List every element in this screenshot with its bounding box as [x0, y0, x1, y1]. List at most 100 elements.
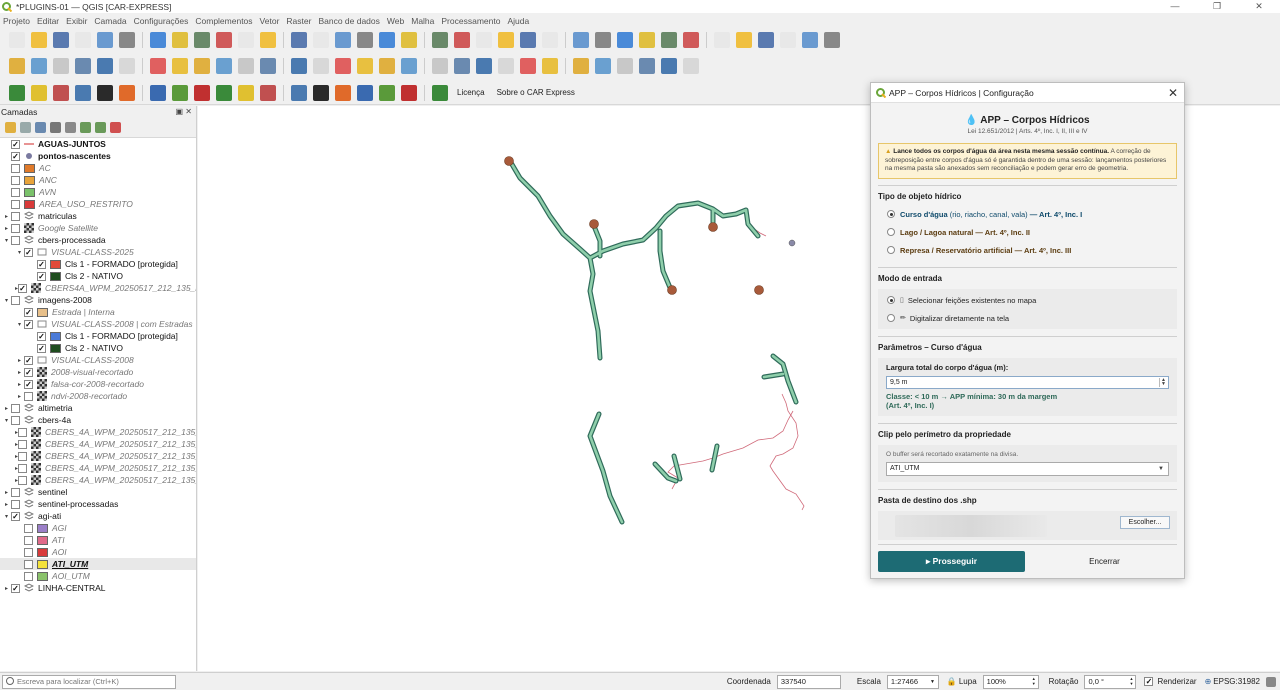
- spring-point[interactable]: [788, 239, 796, 247]
- layer-visibility-checkbox[interactable]: [37, 271, 46, 281]
- radio-lago-lagoa[interactable]: Lago / Lagoa natural — Art. 4º, Inc. II: [878, 228, 1177, 237]
- lock-icon[interactable]: 🔒: [947, 677, 957, 686]
- layer-visibility-checkbox[interactable]: [37, 331, 46, 341]
- spring-point[interactable]: [589, 219, 599, 229]
- layer-row[interactable]: AOI: [0, 546, 196, 558]
- layer-visibility-checkbox[interactable]: [24, 571, 33, 581]
- layer-visibility-checkbox[interactable]: [11, 487, 20, 497]
- layer-visibility-checkbox[interactable]: [18, 427, 28, 437]
- layer-row[interactable]: ▸ CBERS_4A_WPM_20250517_212_135_: [0, 438, 196, 450]
- layer-visibility-checkbox[interactable]: [24, 391, 33, 401]
- edit-tool-icon[interactable]: [357, 58, 373, 74]
- stream-features[interactable]: [507, 158, 799, 525]
- map-nav-tool-icon[interactable]: [595, 32, 611, 48]
- layer-visibility-checkbox[interactable]: [11, 175, 20, 185]
- expand-all-icon[interactable]: [80, 122, 91, 133]
- map-nav-tool-icon[interactable]: [379, 32, 395, 48]
- plugin-tool-icon[interactable]: [401, 84, 417, 101]
- edit-tool-icon[interactable]: [573, 58, 589, 74]
- collapse-all-icon[interactable]: [95, 122, 106, 133]
- edit-tool-icon[interactable]: [661, 58, 677, 74]
- plugin-tool-icon[interactable]: [260, 84, 276, 101]
- edit-tool-icon[interactable]: [238, 58, 254, 74]
- plugin-tool-icon[interactable]: [31, 84, 47, 101]
- coordinate-field[interactable]: 337540 8034830: [776, 674, 841, 690]
- layer-visibility-checkbox[interactable]: [24, 559, 33, 569]
- plugin-tool-icon[interactable]: [291, 84, 307, 101]
- edit-tool-icon[interactable]: [639, 58, 655, 74]
- expand-arrow-icon[interactable]: ▾: [2, 237, 11, 244]
- map-nav-tool-icon[interactable]: [824, 32, 840, 48]
- layer-row[interactable]: Estrada | Interna: [0, 306, 196, 318]
- edit-tool-icon[interactable]: [216, 58, 232, 74]
- layer-visibility-checkbox[interactable]: [18, 451, 28, 461]
- expand-arrow-icon[interactable]: ▾: [15, 321, 24, 328]
- layer-visibility-checkbox[interactable]: [11, 151, 20, 161]
- messages-icon[interactable]: [1266, 676, 1276, 687]
- edit-tool-icon[interactable]: [313, 58, 329, 74]
- map-nav-tool-icon[interactable]: [520, 32, 536, 48]
- plugin-tool-icon[interactable]: [313, 84, 329, 101]
- plugin-tool-icon[interactable]: [150, 84, 166, 101]
- map-nav-tool-icon[interactable]: [714, 32, 730, 48]
- layer-row[interactable]: Cls 1 - FORMADO [protegida]: [0, 258, 196, 270]
- map-nav-tool-icon[interactable]: [401, 32, 417, 48]
- layer-row[interactable]: ▾ VISUAL-CLASS-2025: [0, 246, 196, 258]
- menu-item-2[interactable]: Exibir: [66, 16, 87, 26]
- layer-visibility-checkbox[interactable]: [24, 355, 33, 365]
- map-nav-tool-icon[interactable]: [542, 32, 558, 48]
- encerrar-button[interactable]: Encerrar: [1031, 551, 1178, 572]
- layer-row[interactable]: ▸ CBERS_4A_WPM_20250517_212_135_: [0, 462, 196, 474]
- edit-tool-icon[interactable]: [520, 58, 536, 74]
- edit-tool-icon[interactable]: [75, 58, 91, 74]
- sobre-car-express-button[interactable]: Sobre o CAR Express: [497, 88, 575, 97]
- layer-row[interactable]: AOI_UTM: [0, 570, 196, 582]
- menu-item-9[interactable]: Web: [387, 16, 404, 26]
- layer-row[interactable]: ▸ CBERS_4A_WPM_20250517_212_135_: [0, 474, 196, 486]
- edit-tool-icon[interactable]: [432, 58, 448, 74]
- expand-arrow-icon[interactable]: ▸: [2, 585, 11, 592]
- layer-visibility-checkbox[interactable]: [24, 523, 33, 533]
- minimize-button[interactable]: —: [1154, 0, 1196, 13]
- edit-tool-icon[interactable]: [291, 58, 307, 74]
- edit-tool-icon[interactable]: [97, 58, 113, 74]
- layer-row[interactable]: ANC: [0, 174, 196, 186]
- plugin-tool-icon[interactable]: [172, 84, 188, 101]
- edit-tool-icon[interactable]: [335, 58, 351, 74]
- edit-tool-icon[interactable]: [31, 58, 47, 74]
- edit-tool-icon[interactable]: [260, 58, 276, 74]
- plugin-tool-icon[interactable]: [216, 84, 232, 101]
- map-nav-tool-icon[interactable]: [119, 32, 135, 48]
- layer-row[interactable]: ▸ falsa-cor-2008-recortado: [0, 378, 196, 390]
- plugin-tool-icon[interactable]: [432, 84, 448, 101]
- plugin-tool-icon[interactable]: [335, 84, 351, 101]
- edit-tool-icon[interactable]: [683, 58, 699, 74]
- radio-indicator[interactable]: [887, 314, 895, 322]
- edit-tool-icon[interactable]: [119, 58, 135, 74]
- layer-row[interactable]: ▸ Google Satellite: [0, 222, 196, 234]
- map-nav-tool-icon[interactable]: [498, 32, 514, 48]
- layer-row[interactable]: Cls 1 - FORMADO [protegida]: [0, 330, 196, 342]
- zoom-spinbox[interactable]: 100% ▲ ▼: [982, 674, 1039, 689]
- layer-row[interactable]: ▾ imagens-2008: [0, 294, 196, 306]
- edit-tool-icon[interactable]: [150, 58, 166, 74]
- map-nav-tool-icon[interactable]: [172, 32, 188, 48]
- menu-item-8[interactable]: Banco de dados: [318, 16, 379, 26]
- layer-row[interactable]: AVN: [0, 186, 196, 198]
- edit-tool-icon[interactable]: [498, 58, 514, 74]
- expand-arrow-icon[interactable]: ▸: [2, 225, 11, 232]
- layer-row[interactable]: pontos-nascentes: [0, 150, 196, 162]
- layer-visibility-checkbox[interactable]: [11, 211, 20, 221]
- menu-item-1[interactable]: Editar: [37, 16, 59, 26]
- add-group-icon[interactable]: [20, 122, 31, 133]
- filter-expression-icon[interactable]: [65, 122, 76, 133]
- map-nav-tool-icon[interactable]: [476, 32, 492, 48]
- map-nav-tool-icon[interactable]: [683, 32, 699, 48]
- spring-point[interactable]: [754, 285, 764, 295]
- edit-tool-icon[interactable]: [595, 58, 611, 74]
- layer-visibility-checkbox[interactable]: [37, 259, 46, 269]
- edit-tool-icon[interactable]: [53, 58, 69, 74]
- layer-visibility-checkbox[interactable]: [11, 235, 20, 245]
- spinbox-arrows-icon[interactable]: ▲ ▼: [1159, 377, 1167, 387]
- rotation-spinbox[interactable]: 0,0 ° ▲ ▼: [1084, 674, 1137, 689]
